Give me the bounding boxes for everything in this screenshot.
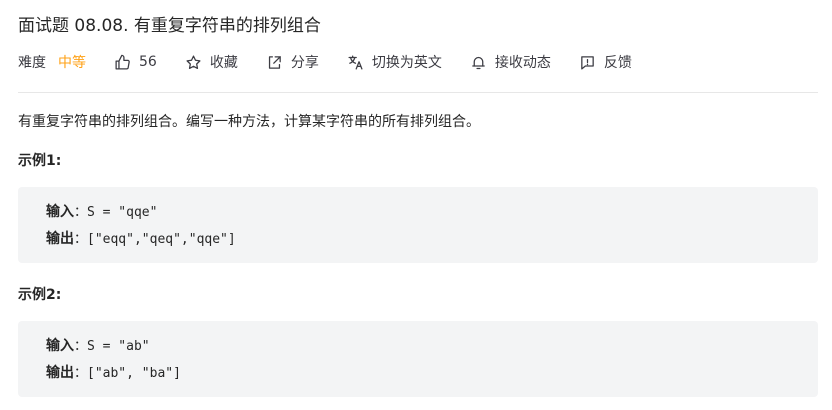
favorite-button[interactable]: 收藏 [185, 50, 238, 74]
difficulty-label: 难度 [18, 55, 46, 71]
difficulty: 难度 中等 [18, 50, 86, 74]
input-label: 输入 [46, 204, 74, 220]
translate-icon [347, 54, 364, 71]
share-icon [266, 54, 283, 71]
like-count: 56 [139, 54, 157, 70]
output-value: ：["eqq","qeq","qqe"] [74, 232, 236, 247]
share-button[interactable]: 分享 [266, 50, 319, 74]
example-2-title: 示例2: [18, 287, 62, 303]
example-1-input: 输入：S = "qqe" [46, 199, 818, 226]
problem-page: 面试题 08.08. 有重复字符串的排列组合 难度 中等 56 收藏 分享 切换… [0, 0, 832, 410]
favorite-label: 收藏 [209, 55, 238, 71]
example-2-output: 输出：["ab", "ba"] [46, 360, 818, 387]
switch-language-button[interactable]: 切换为英文 [347, 50, 442, 74]
switch-language-label: 切换为英文 [371, 55, 442, 71]
difficulty-value: 中等 [58, 55, 86, 71]
output-value: ：["ab", "ba"] [74, 366, 181, 381]
notify-button[interactable]: 接收动态 [470, 50, 551, 74]
problem-title: 面试题 08.08. 有重复字符串的排列组合 [18, 16, 321, 36]
header-divider [18, 92, 818, 93]
problem-toolbar: 难度 中等 56 收藏 分享 切换为英文 接收动态 反馈 [18, 50, 660, 74]
feedback-label: 反馈 [603, 55, 632, 71]
input-label: 输入 [46, 338, 74, 354]
feedback-button[interactable]: 反馈 [579, 50, 632, 74]
star-icon [185, 54, 202, 71]
example-2-code: 输入：S = "ab" 输出：["ab", "ba"] [18, 321, 818, 397]
feedback-icon [579, 54, 596, 71]
input-value: ：S = "qqe" [74, 205, 158, 220]
output-label: 输出 [46, 365, 74, 381]
thumbs-up-icon [114, 54, 131, 71]
notify-label: 接收动态 [494, 55, 551, 71]
example-2-input: 输入：S = "ab" [46, 333, 818, 360]
example-1-title: 示例1: [18, 153, 62, 169]
input-value: ：S = "ab" [74, 339, 150, 354]
problem-description: 有重复字符串的排列组合。编写一种方法，计算某字符串的所有排列组合。 [18, 114, 480, 130]
example-1-code: 输入：S = "qqe" 输出：["eqq","qeq","qqe"] [18, 187, 818, 263]
share-label: 分享 [290, 55, 319, 71]
bell-icon [470, 54, 487, 71]
example-1-output: 输出：["eqq","qeq","qqe"] [46, 226, 818, 253]
output-label: 输出 [46, 231, 74, 247]
like-button[interactable]: 56 [114, 50, 157, 74]
